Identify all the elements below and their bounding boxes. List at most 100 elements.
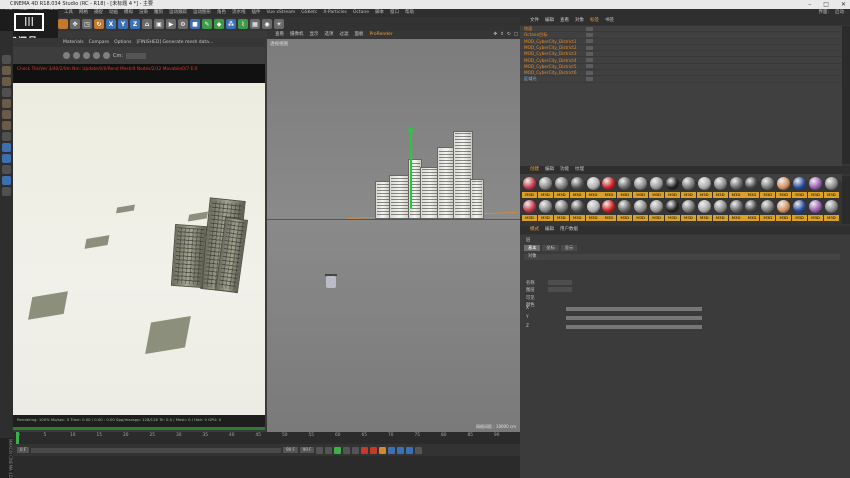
panel-tab[interactable]: 功能 bbox=[560, 166, 569, 174]
attr-z-slider[interactable] bbox=[566, 325, 702, 329]
y-axis-icon[interactable]: Y bbox=[118, 19, 128, 29]
material-swatch[interactable]: M3D bbox=[760, 176, 776, 198]
material-scrollbar[interactable] bbox=[842, 176, 850, 224]
menu-item[interactable]: 角色 bbox=[217, 9, 226, 17]
material-swatch[interactable]: M3D bbox=[617, 199, 633, 221]
deformer-icon[interactable]: ⌇ bbox=[238, 19, 248, 29]
material-swatch[interactable]: M3D bbox=[585, 176, 601, 198]
material-swatch[interactable]: M3D bbox=[823, 176, 839, 198]
panel-tab[interactable]: 查看 bbox=[560, 17, 569, 25]
zoom-field[interactable] bbox=[126, 52, 147, 59]
material-swatch[interactable]: M3D bbox=[712, 176, 728, 198]
sculpt-icon[interactable] bbox=[2, 154, 11, 163]
material-swatch[interactable]: M3D bbox=[760, 199, 776, 221]
menu-compare[interactable]: Compare bbox=[89, 40, 109, 45]
snap-icon[interactable] bbox=[2, 143, 11, 152]
model-mode-icon[interactable] bbox=[2, 66, 11, 75]
visibility-toggle[interactable] bbox=[586, 77, 593, 82]
lock-icon[interactable] bbox=[2, 187, 11, 196]
rotate-icon[interactable]: ↻ bbox=[94, 19, 104, 29]
panel-tab[interactable]: 对象 bbox=[575, 17, 584, 25]
material-swatch[interactable]: M3D bbox=[728, 176, 744, 198]
material-swatch[interactable]: M3D bbox=[744, 176, 760, 198]
material-swatch[interactable]: M3D bbox=[553, 176, 569, 198]
material-swatch[interactable]: M3D bbox=[522, 199, 537, 221]
polygons-mode-icon[interactable] bbox=[2, 121, 11, 130]
x-axis-icon[interactable]: X bbox=[106, 19, 116, 29]
menu-item[interactable]: 动画 bbox=[109, 9, 118, 17]
material-swatch[interactable]: M3D bbox=[792, 176, 808, 198]
menu-item[interactable]: 帮助 bbox=[405, 9, 414, 17]
menu-item[interactable]: 渲染 bbox=[139, 9, 148, 17]
panel-tab[interactable]: 书签 bbox=[605, 17, 614, 25]
preview-range-slider[interactable] bbox=[31, 447, 282, 453]
menu-item[interactable]: 模拟 bbox=[124, 9, 133, 17]
stop-render-icon[interactable] bbox=[63, 52, 70, 59]
menu-item[interactable]: 捕捉 bbox=[94, 9, 103, 17]
visibility-toggle[interactable] bbox=[586, 32, 593, 37]
material-swatch[interactable]: M3D bbox=[665, 176, 681, 198]
viewport-menu-item[interactable]: 显示 bbox=[310, 31, 319, 39]
material-swatch[interactable]: M3D bbox=[776, 176, 792, 198]
visibility-toggle[interactable] bbox=[586, 39, 593, 44]
pause-render-icon[interactable] bbox=[83, 52, 90, 59]
material-swatch[interactable]: M3D bbox=[808, 176, 824, 198]
material-swatch[interactable]: M3D bbox=[696, 176, 712, 198]
city-model[interactable] bbox=[375, 127, 485, 219]
z-axis-icon[interactable]: Z bbox=[130, 19, 140, 29]
goto-end-icon[interactable] bbox=[352, 446, 360, 454]
material-swatch[interactable]: M3D bbox=[649, 199, 665, 221]
visibility-toggle[interactable] bbox=[586, 51, 593, 56]
menu-materials[interactable]: Materials bbox=[63, 40, 84, 45]
move-icon[interactable]: ✥ bbox=[70, 19, 80, 29]
material-swatch[interactable]: M3D bbox=[522, 176, 537, 198]
axis-mode-icon[interactable] bbox=[2, 132, 11, 141]
panel-tab[interactable]: 标签 bbox=[590, 17, 599, 25]
end-frame-field-2[interactable]: 90 F bbox=[299, 447, 315, 453]
tab-display[interactable]: 显示 bbox=[560, 245, 578, 251]
material-swatch[interactable]: M3D bbox=[696, 199, 712, 221]
cube-icon[interactable]: ■ bbox=[190, 19, 200, 29]
material-swatch[interactable]: M3D bbox=[617, 176, 633, 198]
panel-tab[interactable]: 创建 bbox=[530, 166, 539, 174]
render-picture-icon[interactable]: ▶ bbox=[166, 19, 176, 29]
viewport-menu-item[interactable]: 选项 bbox=[325, 31, 334, 39]
tab-coord[interactable]: 坐标 bbox=[542, 245, 559, 251]
keyframe-icon[interactable] bbox=[379, 446, 387, 454]
material-swatch[interactable]: M3D bbox=[744, 199, 760, 221]
subdivision-icon[interactable]: ◆ bbox=[214, 19, 224, 29]
material-swatch[interactable]: M3D bbox=[665, 199, 681, 221]
material-swatch[interactable]: M3D bbox=[808, 199, 824, 221]
viewport-menu-item[interactable]: 过滤 bbox=[340, 31, 349, 39]
material-swatch[interactable]: M3D bbox=[633, 199, 649, 221]
visibility-toggle[interactable] bbox=[586, 45, 593, 50]
material-swatch[interactable]: M3D bbox=[585, 199, 601, 221]
object-row[interactable]: 区域光 bbox=[520, 76, 842, 83]
material-swatch[interactable]: M3D bbox=[649, 176, 665, 198]
attr-x-slider[interactable] bbox=[566, 307, 702, 311]
attr-name-field[interactable] bbox=[548, 280, 572, 285]
attr-layer-field[interactable] bbox=[548, 287, 572, 292]
material-swatch[interactable]: M3D bbox=[633, 176, 649, 198]
material-swatch[interactable]: M3D bbox=[601, 176, 617, 198]
next-key-icon[interactable] bbox=[343, 446, 351, 454]
material-swatch[interactable]: M3D bbox=[601, 199, 617, 221]
minimize-icon[interactable]: – bbox=[808, 0, 811, 9]
menu-item[interactable]: 运动跟踪 bbox=[169, 9, 187, 17]
material-swatch[interactable]: M3D bbox=[537, 176, 553, 198]
menu-item[interactable]: 网格 bbox=[79, 9, 88, 17]
close-icon[interactable]: ✕ bbox=[841, 0, 846, 9]
attr-y-slider[interactable] bbox=[566, 316, 702, 320]
move-gizmo-y[interactable] bbox=[407, 126, 415, 209]
autokey-icon[interactable] bbox=[370, 446, 378, 454]
maximize-icon[interactable]: □ bbox=[823, 0, 829, 9]
viewport-menu-item[interactable]: 摄像机 bbox=[290, 31, 304, 39]
rotation-key-icon[interactable] bbox=[397, 446, 405, 454]
focus-pick-icon[interactable] bbox=[103, 52, 110, 59]
material-swatch[interactable]: M3D bbox=[680, 199, 696, 221]
tab-basic[interactable]: 基本 bbox=[524, 245, 541, 251]
material-swatch[interactable]: M3D bbox=[712, 199, 728, 221]
scale-icon[interactable]: ◳ bbox=[82, 19, 92, 29]
menu-item[interactable]: 插件 bbox=[252, 9, 261, 17]
floor-icon[interactable]: ▦ bbox=[250, 19, 260, 29]
